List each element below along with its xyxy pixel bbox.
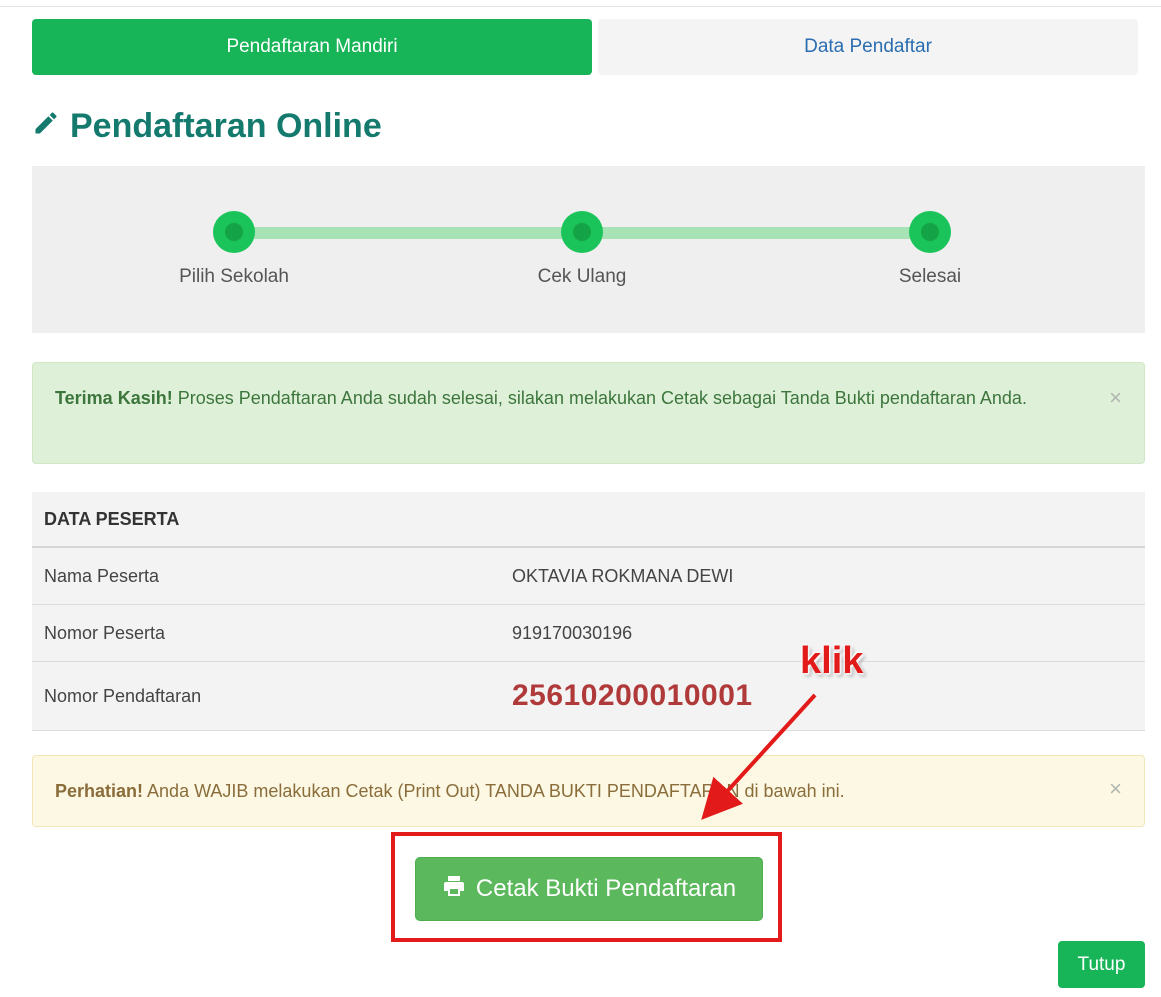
participant-table: DATA PESERTA Nama Peserta OKTAVIA ROKMAN…: [32, 492, 1145, 731]
table-row: Nomor Pendaftaran 25610200010001: [32, 662, 1145, 731]
step-connector-2: [582, 227, 930, 239]
row-label-nomor-pendaftaran: Nomor Pendaftaran: [44, 685, 202, 706]
progress-stepper: Pilih Sekolah Cek Ulang Selesai: [32, 166, 1145, 333]
tab-data-pendaftar[interactable]: Data Pendaftar: [598, 19, 1138, 75]
step-label-selesai: Selesai: [898, 266, 962, 287]
pencil-icon: [32, 107, 60, 146]
close-icon[interactable]: ×: [1109, 778, 1122, 800]
success-alert: Terima Kasih! Proses Pendaftaran Anda su…: [32, 362, 1145, 464]
printer-icon: [442, 874, 466, 905]
step-dot-pilih-sekolah: [213, 211, 255, 253]
print-proof-label: Cetak Bukti Pendaftaran: [475, 875, 737, 902]
step-dot-cek-ulang: [561, 211, 603, 253]
row-label-nomor-peserta: Nomor Peserta: [44, 622, 166, 643]
table-row: Nomor Peserta 919170030196: [32, 605, 1145, 662]
step-dot-selesai: [909, 211, 951, 253]
annotation-klik: klik: [800, 640, 864, 682]
row-value-nama: OKTAVIA ROKMANA DEWI: [512, 565, 734, 586]
table-header: DATA PESERTA: [32, 492, 1145, 548]
page-title: Pendaftaran Online: [32, 100, 382, 152]
top-divider: [0, 6, 1161, 7]
warning-alert-strong: Perhatian!: [55, 781, 144, 801]
success-alert-strong: Terima Kasih!: [55, 388, 173, 408]
page-title-text: Pendaftaran Online: [70, 106, 382, 145]
warning-alert: Perhatian! Anda WAJIB melakukan Cetak (P…: [32, 755, 1145, 827]
step-connector-1: [234, 227, 582, 239]
close-icon[interactable]: ×: [1109, 387, 1122, 409]
table-row: Nama Peserta OKTAVIA ROKMANA DEWI: [32, 548, 1145, 605]
table-header-label: DATA PESERTA: [44, 508, 180, 529]
success-alert-text: Proses Pendaftaran Anda sudah selesai, s…: [172, 388, 1027, 408]
step-label-cek-ulang: Cek Ulang: [537, 266, 627, 287]
close-button[interactable]: Tutup: [1058, 941, 1145, 988]
annotation-arrow: [701, 693, 817, 820]
tab-pendaftaran-mandiri[interactable]: Pendaftaran Mandiri: [32, 19, 592, 75]
row-label-nama: Nama Peserta: [44, 565, 160, 586]
step-label-pilih-sekolah: Pilih Sekolah: [179, 266, 289, 287]
print-proof-button[interactable]: Cetak Bukti Pendaftaran: [415, 857, 763, 921]
